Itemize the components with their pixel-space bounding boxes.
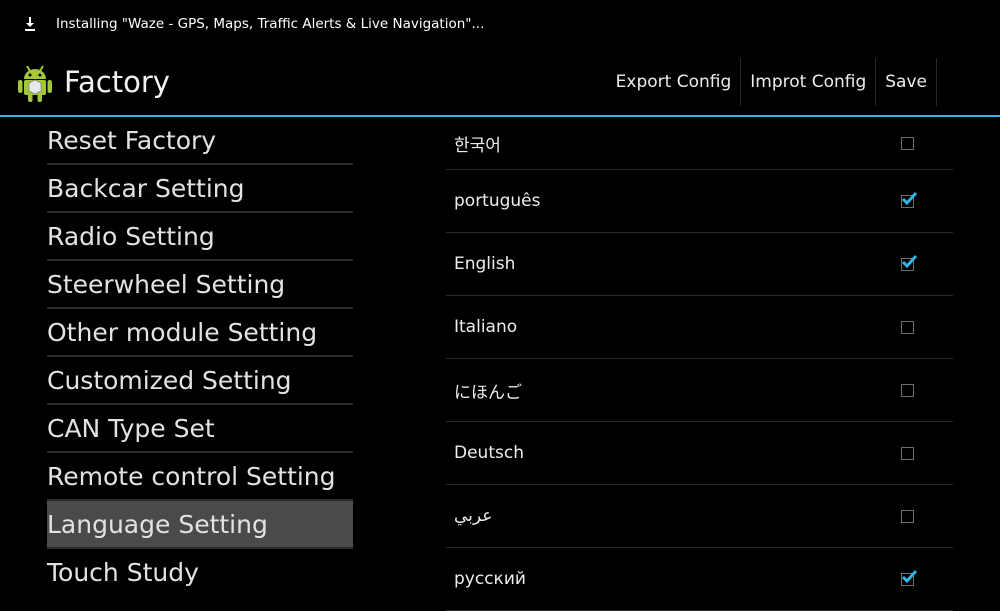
language-row[interactable]: にほんご xyxy=(446,359,953,422)
language-label: にほんご xyxy=(454,382,522,403)
notification-text: Installing "Waze - GPS, Maps, Traffic Al… xyxy=(56,15,485,32)
save-button[interactable]: Save xyxy=(876,58,937,106)
language-list: 한국어 português English Italiano にほんご Deut… xyxy=(446,117,953,611)
menu-item-other-module-setting[interactable]: Other module Setting xyxy=(47,309,353,357)
language-checkbox[interactable] xyxy=(901,254,918,271)
action-buttons: Export Config Improt Config Save xyxy=(616,58,937,106)
language-label: Italiano xyxy=(454,317,518,337)
language-checkbox[interactable] xyxy=(901,320,914,334)
language-checkbox[interactable] xyxy=(901,136,914,150)
page-title: Factory xyxy=(64,64,170,99)
language-checkbox[interactable] xyxy=(901,569,918,586)
status-bar: Installing "Waze - GPS, Maps, Traffic Al… xyxy=(0,0,1000,47)
menu-item-reset-factory[interactable]: Reset Factory xyxy=(47,117,353,165)
language-label: 한국어 xyxy=(454,135,501,156)
download-icon xyxy=(20,14,40,34)
checkmark-icon xyxy=(901,569,918,583)
language-checkbox[interactable] xyxy=(901,509,914,523)
language-row[interactable]: Deutsch xyxy=(446,422,953,485)
export-config-button[interactable]: Export Config xyxy=(616,58,742,106)
language-checkbox[interactable] xyxy=(901,191,918,208)
menu-item-steerwheel-setting[interactable]: Steerwheel Setting xyxy=(47,261,353,309)
language-label: Deutsch xyxy=(454,443,524,463)
language-checkbox[interactable] xyxy=(901,446,914,460)
settings-menu: Reset Factory Backcar Setting Radio Sett… xyxy=(47,117,353,595)
language-label: English xyxy=(454,254,516,274)
menu-item-backcar-setting[interactable]: Backcar Setting xyxy=(47,165,353,213)
checkmark-icon xyxy=(901,254,918,268)
language-row[interactable]: English xyxy=(446,233,953,296)
import-config-button[interactable]: Improt Config xyxy=(741,58,877,106)
language-label: عربي xyxy=(454,506,493,526)
language-row[interactable]: 한국어 xyxy=(446,117,953,170)
language-row[interactable]: Italiano xyxy=(446,296,953,359)
language-row[interactable]: عربي xyxy=(446,485,953,548)
menu-item-radio-setting[interactable]: Radio Setting xyxy=(47,213,353,261)
menu-item-language-setting[interactable]: Language Setting xyxy=(47,501,353,549)
language-label: português xyxy=(454,191,541,211)
language-row[interactable]: português xyxy=(446,170,953,233)
language-checkbox[interactable] xyxy=(901,383,914,397)
language-label: русский xyxy=(454,569,526,589)
checkmark-icon xyxy=(901,191,918,205)
action-bar: Factory Export Config Improt Config Save xyxy=(0,48,1000,115)
menu-item-can-type-set[interactable]: CAN Type Set xyxy=(47,405,353,453)
language-row[interactable]: русский xyxy=(446,548,953,611)
menu-item-customized-setting[interactable]: Customized Setting xyxy=(47,357,353,405)
menu-item-touch-study[interactable]: Touch Study xyxy=(47,549,353,595)
menu-item-remote-control-setting[interactable]: Remote control Setting xyxy=(47,453,353,501)
android-icon[interactable] xyxy=(16,61,54,103)
